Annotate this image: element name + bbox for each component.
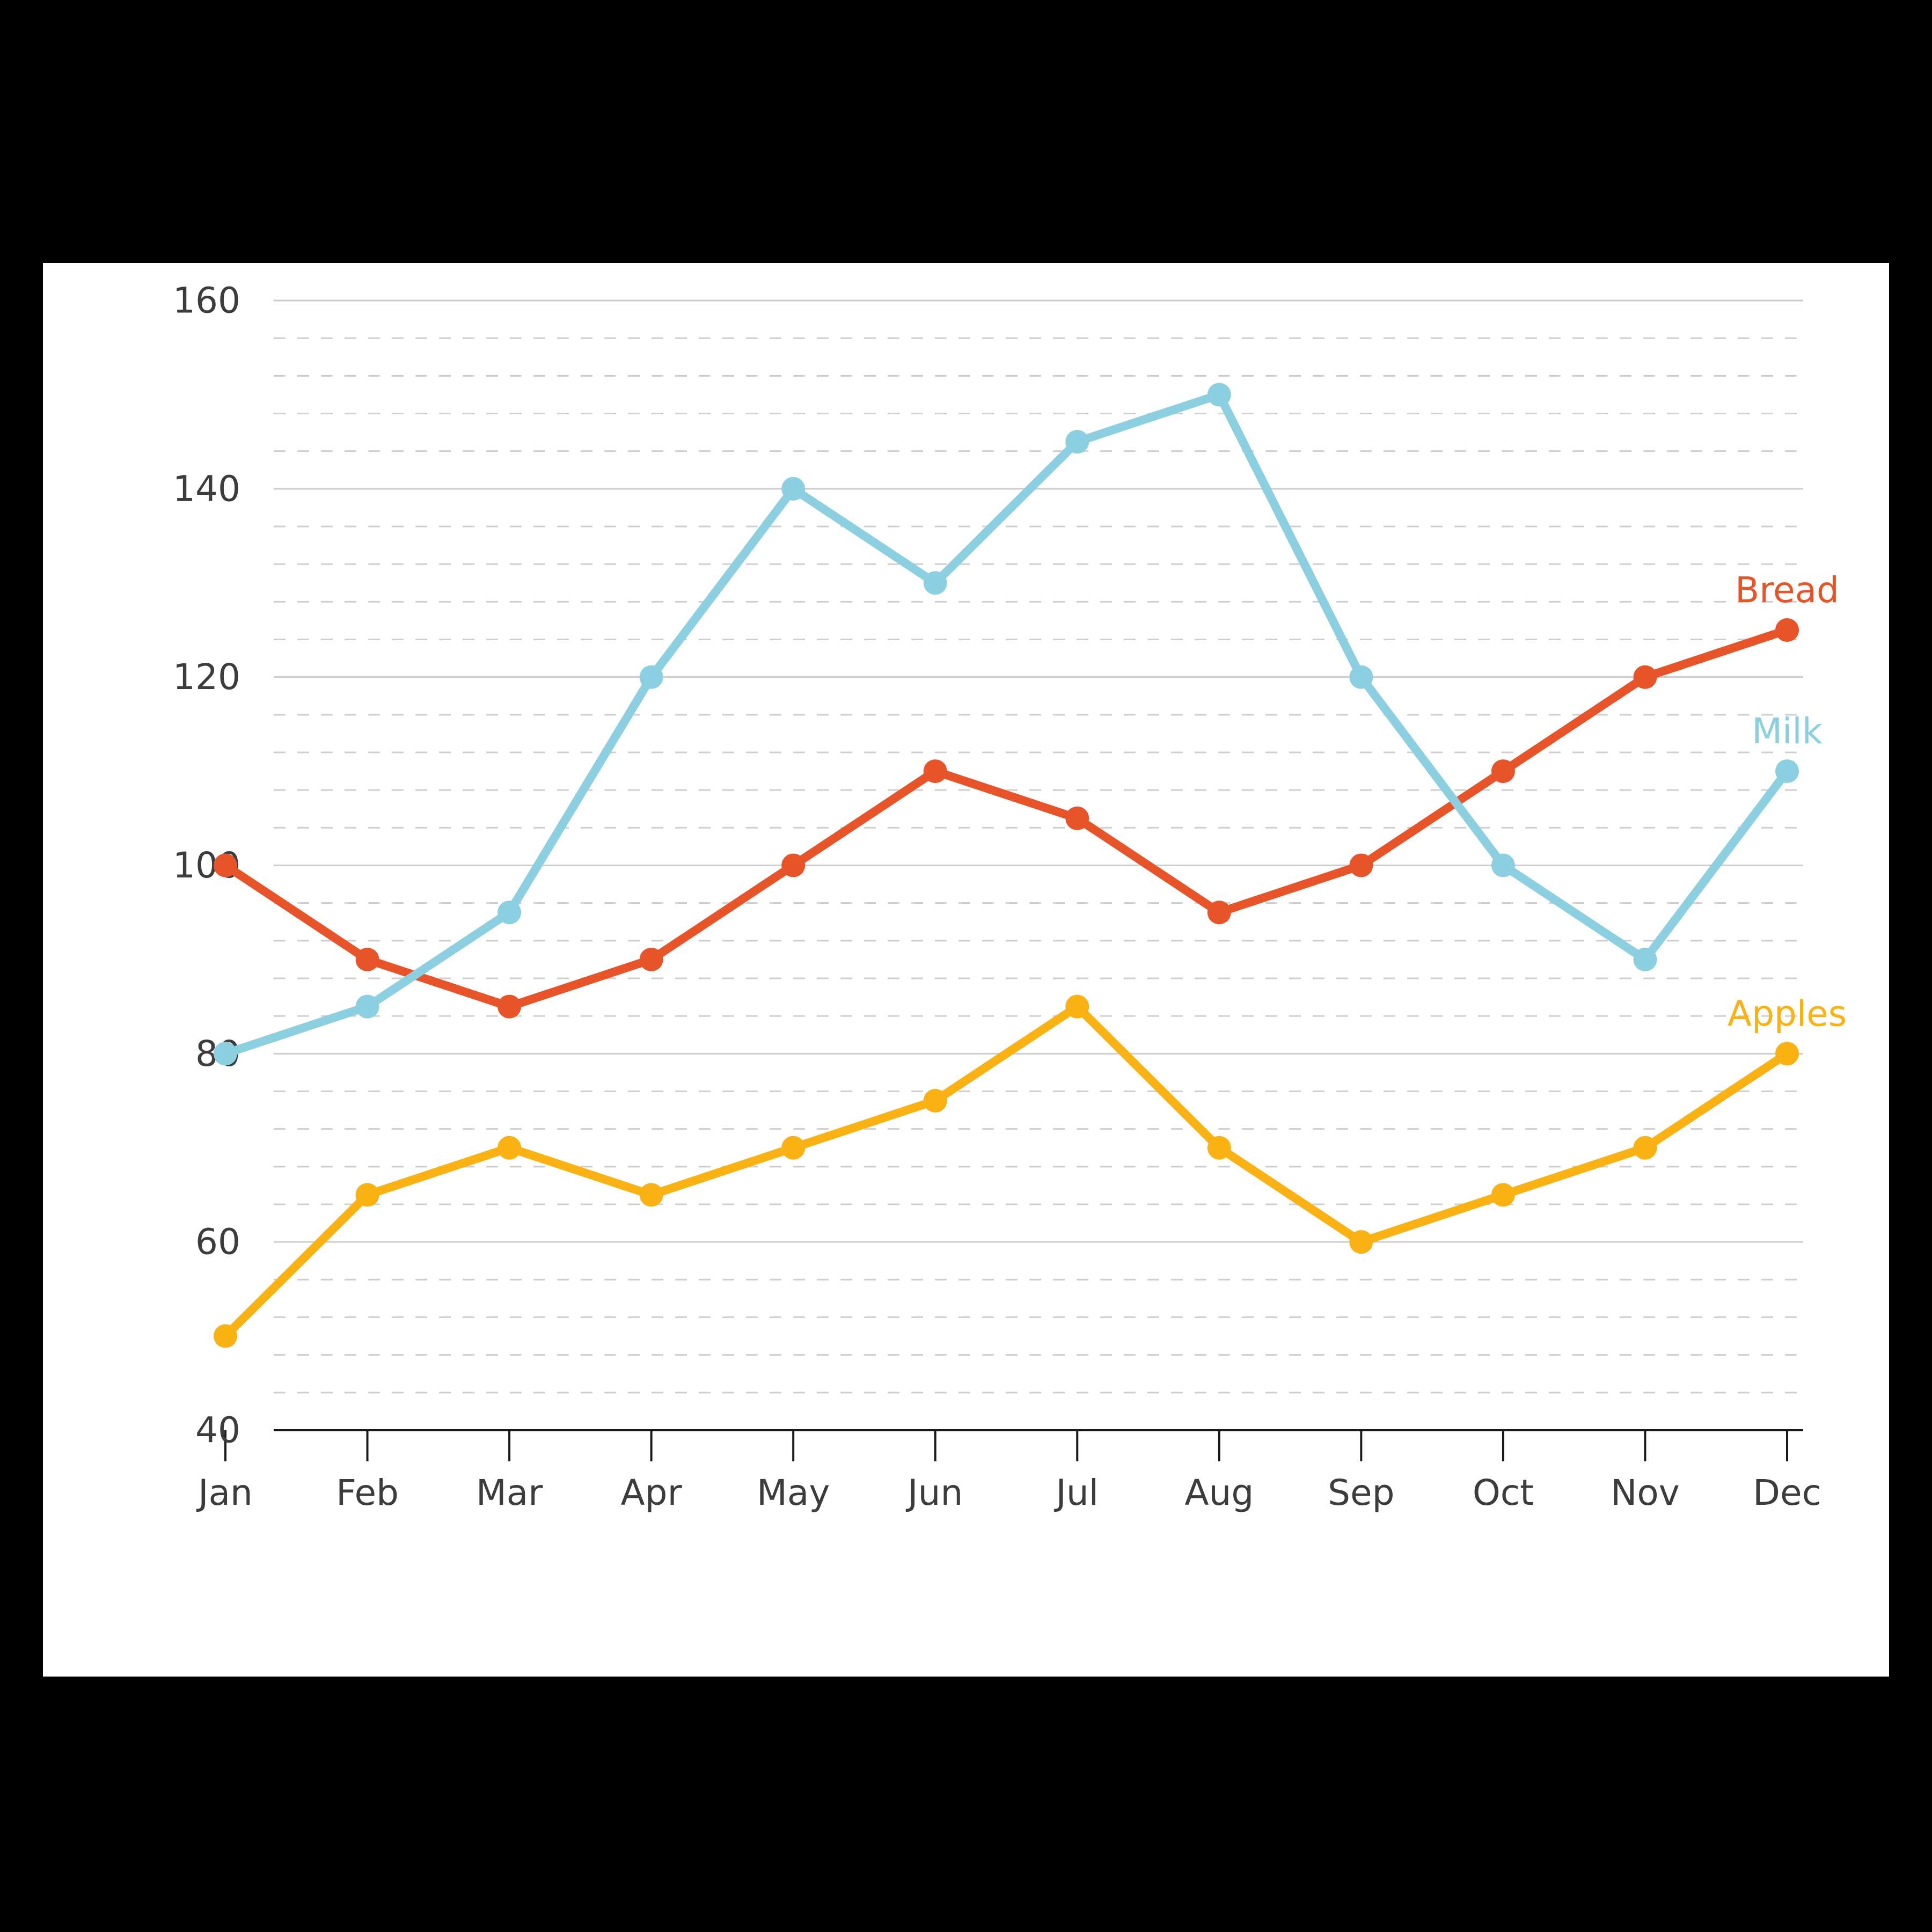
series-line-milk	[221, 390, 1791, 1058]
x-axis-tick-label: Dec	[1753, 1472, 1821, 1513]
data-point[interactable]	[1349, 1230, 1373, 1254]
data-point[interactable]	[923, 1089, 947, 1113]
x-axis-labels: Jan Feb Mar Apr May Jun Jul Aug Sep Oct Nov Dec	[196, 1472, 1821, 1513]
data-point[interactable]	[355, 947, 379, 971]
data-point[interactable]	[1491, 1183, 1515, 1207]
page-root: 406080100120140160 JanFebMarAprMayJunJul…	[0, 0, 1932, 1932]
chart-card: 406080100120140160 JanFebMarAprMayJunJul…	[43, 263, 1889, 1677]
data-point[interactable]	[639, 1183, 663, 1207]
data-point[interactable]	[1633, 665, 1657, 689]
data-point[interactable]	[1775, 618, 1799, 642]
x-axis-tick-label: Oct	[1473, 1472, 1534, 1513]
data-point[interactable]	[639, 665, 663, 689]
data-point[interactable]	[1207, 1136, 1231, 1160]
series-line-apples	[221, 1002, 1791, 1341]
data-point[interactable]	[781, 477, 806, 501]
series-bread[interactable]	[214, 618, 1799, 1019]
data-point[interactable]	[1491, 759, 1515, 784]
x-axis-tick-label: May	[757, 1472, 830, 1513]
x-axis-tick-label: Nov	[1611, 1472, 1680, 1513]
data-point[interactable]	[923, 571, 947, 595]
data-point[interactable]	[1065, 430, 1089, 454]
data-point[interactable]	[1065, 806, 1089, 830]
data-point[interactable]	[781, 1136, 806, 1160]
x-axis-tick-label: Jan	[196, 1472, 253, 1513]
chart-plot-container: 406080100120140160 JanFebMarAprMayJunJul…	[43, 263, 1889, 1677]
data-point[interactable]	[1633, 1136, 1657, 1160]
x-axis-tick-label: Aug	[1184, 1472, 1254, 1513]
line-chart: 406080100120140160 JanFebMarAprMayJunJul…	[173, 280, 1847, 1513]
data-point[interactable]	[355, 1183, 379, 1207]
data-point[interactable]	[1633, 947, 1657, 971]
data-point[interactable]	[1775, 759, 1799, 784]
data-point[interactable]	[1491, 853, 1515, 877]
data-point[interactable]	[497, 1136, 522, 1160]
y-axis-tick-label: 160	[173, 280, 240, 321]
data-point[interactable]	[497, 901, 522, 925]
data-point[interactable]	[1349, 665, 1373, 689]
x-axis-ticks	[224, 1430, 1788, 1461]
series-label-bread: Bread	[1735, 569, 1839, 611]
major-gridlines	[274, 299, 1803, 1243]
series-label-apples: Apples	[1728, 993, 1847, 1034]
x-axis-tick-label: Apr	[621, 1472, 683, 1513]
data-point[interactable]	[1207, 901, 1231, 925]
data-point[interactable]	[639, 947, 663, 971]
y-axis-tick-label: 60	[195, 1221, 240, 1263]
data-point[interactable]	[781, 853, 806, 877]
y-axis-tick-label: 120	[173, 656, 240, 698]
series-milk[interactable]	[214, 383, 1799, 1066]
data-point[interactable]	[214, 1324, 237, 1348]
data-point[interactable]	[1065, 994, 1089, 1019]
data-point[interactable]	[923, 759, 947, 784]
x-axis-tick-label: Feb	[336, 1472, 399, 1513]
data-point[interactable]	[1207, 383, 1231, 407]
series-apples[interactable]	[214, 994, 1799, 1348]
y-axis-tick-label: 140	[173, 468, 240, 509]
data-point[interactable]	[355, 994, 379, 1019]
x-axis-tick-label: Sep	[1328, 1472, 1394, 1513]
data-point[interactable]	[1349, 853, 1373, 877]
series-label-milk: Milk	[1752, 711, 1823, 752]
y-axis-tick-label: 40	[195, 1410, 240, 1451]
x-axis-tick-label: Mar	[476, 1472, 543, 1513]
data-point[interactable]	[214, 1042, 237, 1066]
x-axis-tick-label: Jul	[1053, 1472, 1099, 1513]
data-point[interactable]	[1775, 1042, 1799, 1066]
x-axis-tick-label: Jun	[905, 1472, 963, 1513]
data-point[interactable]	[497, 994, 522, 1019]
data-point[interactable]	[214, 853, 237, 877]
